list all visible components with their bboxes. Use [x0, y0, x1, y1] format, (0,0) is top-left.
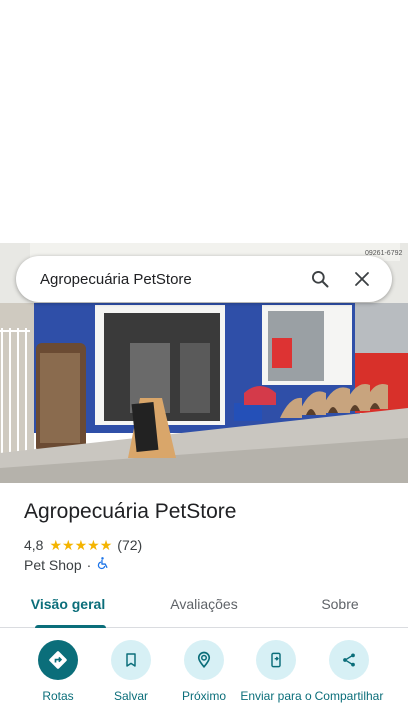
wheelchair-accessible-icon — [96, 556, 109, 573]
nearby-button[interactable]: Próximo — [164, 640, 244, 704]
send-to-phone-icon[interactable] — [256, 640, 296, 680]
directions-button[interactable]: Rotas — [18, 640, 98, 704]
save-button[interactable]: Salvar — [91, 640, 171, 704]
nearby-icon[interactable] — [184, 640, 224, 680]
review-count[interactable]: (72) — [117, 537, 142, 553]
rating-stars: ★ ★ ★ ★ ★ — [49, 538, 112, 552]
search-input[interactable]: Agropecuária PetStore — [40, 271, 296, 288]
share-icon[interactable] — [329, 640, 369, 680]
blank-area — [0, 0, 408, 243]
star-icon: ★ — [99, 537, 113, 553]
tab-reviews[interactable]: Avaliações — [136, 583, 272, 627]
rating-row[interactable]: 4,8 ★ ★ ★ ★ ★ (72) — [24, 536, 142, 554]
directions-icon[interactable] — [38, 640, 78, 680]
star-icon: ★ — [87, 537, 100, 553]
rating-value: 4,8 — [24, 537, 44, 553]
separator: · — [86, 556, 92, 573]
share-button[interactable]: Compartilhar — [309, 640, 389, 704]
directions-label: Rotas — [42, 689, 74, 703]
category-row: Pet Shop · — [24, 556, 109, 573]
tab-overview[interactable]: Visão geral — [0, 583, 136, 628]
nearby-label: Próximo — [181, 689, 226, 703]
place-category: Pet Shop — [24, 556, 82, 573]
send-to-phone-label: Enviar para o — [240, 689, 312, 703]
action-row: Rotas Salvar Próximo Enviar para o Compa… — [0, 640, 408, 726]
star-icon: ★ — [62, 537, 75, 553]
star-icon: ★ — [74, 537, 88, 553]
tab-bar: Visão geral Avaliações Sobre — [0, 583, 408, 628]
search-icon[interactable] — [302, 261, 338, 297]
share-label: Compartilhar — [314, 689, 384, 703]
bookmark-icon[interactable] — [111, 640, 151, 680]
tab-about[interactable]: Sobre — [272, 583, 408, 627]
search-bar[interactable]: Agropecuária PetStore — [16, 256, 392, 302]
close-icon[interactable] — [344, 261, 380, 297]
save-label: Salvar — [113, 689, 148, 703]
place-title: Agropecuária PetStore — [24, 500, 237, 523]
star-icon: ★ — [49, 537, 63, 553]
send-to-phone-button[interactable]: Enviar para o — [236, 640, 316, 704]
